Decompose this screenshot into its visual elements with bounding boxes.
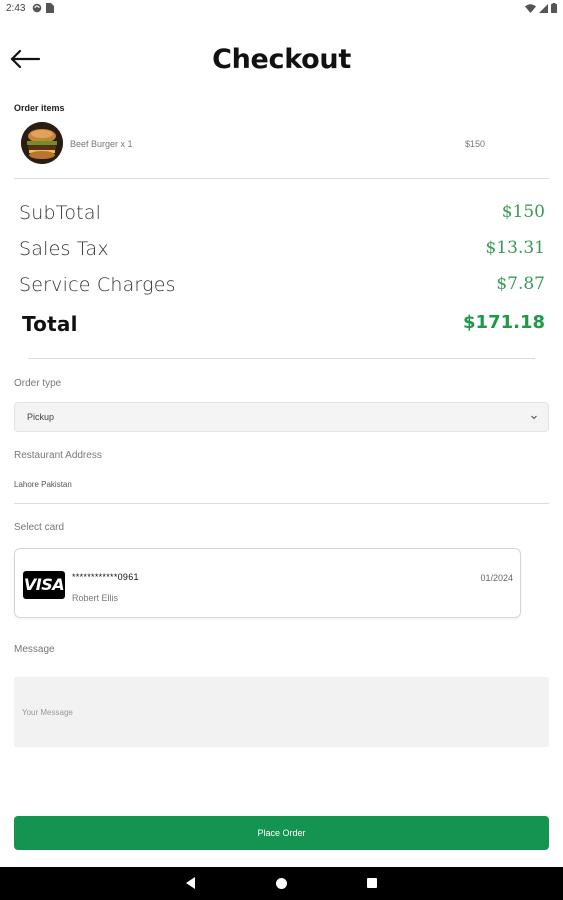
- item-price: $150: [465, 139, 486, 149]
- signal-icon: [539, 3, 548, 13]
- card-expiry: 01/2024: [480, 573, 513, 583]
- total-value: $171.18: [463, 312, 545, 333]
- page-title: Checkout: [212, 44, 351, 75]
- service-charges-value: $7.87: [496, 274, 545, 294]
- sales-tax-label: Sales Tax: [19, 238, 109, 260]
- battery-icon: [551, 3, 557, 13]
- subtotal-row: SubTotal $150: [19, 202, 545, 232]
- divider: [14, 503, 549, 504]
- nav-home-icon[interactable]: [276, 878, 287, 889]
- status-bar: 2:43: [0, 0, 563, 18]
- restaurant-address-label: Restaurant Address: [14, 450, 102, 461]
- sim-card-icon: [46, 3, 54, 13]
- divider: [28, 358, 535, 359]
- sales-tax-row: Sales Tax $13.31: [19, 238, 545, 268]
- total-row: Total $171.18: [19, 312, 545, 342]
- nav-back-icon[interactable]: [186, 877, 196, 889]
- card-holder: Robert Ellis: [72, 593, 119, 603]
- payment-card[interactable]: VISA ************0961 Robert Ellis 01/20…: [14, 548, 521, 618]
- wifi-icon: [525, 3, 536, 13]
- order-type-value: Pickup: [27, 412, 55, 422]
- status-time: 2:43: [6, 3, 26, 14]
- item-name: Beef Burger x 1: [70, 139, 133, 149]
- order-type-select[interactable]: Pickup: [14, 402, 549, 432]
- order-items-label: Order items: [14, 103, 65, 113]
- service-charges-label: Service Charges: [19, 274, 176, 296]
- status-left-icons: [32, 3, 54, 13]
- visa-logo: VISA: [23, 571, 65, 599]
- nav-recents-icon[interactable]: [367, 878, 377, 888]
- subtotal-value: $150: [501, 202, 545, 222]
- message-input[interactable]: Your Message: [14, 677, 549, 747]
- restaurant-address-value: Lahore Pakistan: [14, 480, 72, 489]
- message-label: Message: [14, 644, 55, 655]
- card-number: ************0961: [72, 572, 139, 582]
- header: Checkout: [0, 28, 563, 92]
- divider: [14, 178, 549, 179]
- message-placeholder: Your Message: [22, 708, 73, 717]
- total-label: Total: [22, 312, 78, 336]
- status-right-icons: [525, 3, 557, 13]
- sync-icon: [32, 3, 42, 13]
- service-charges-row: Service Charges $7.87: [19, 274, 545, 304]
- sales-tax-value: $13.31: [485, 238, 545, 258]
- subtotal-label: SubTotal: [19, 202, 102, 224]
- order-item[interactable]: Beef Burger x 1 $150: [14, 120, 549, 166]
- burger-image: [21, 122, 63, 164]
- chevron-down-icon: [531, 415, 537, 420]
- order-type-label: Order type: [14, 378, 62, 389]
- place-order-button[interactable]: Place Order: [14, 816, 549, 850]
- select-card-label: Select card: [14, 522, 65, 533]
- system-nav-bar: [0, 867, 563, 900]
